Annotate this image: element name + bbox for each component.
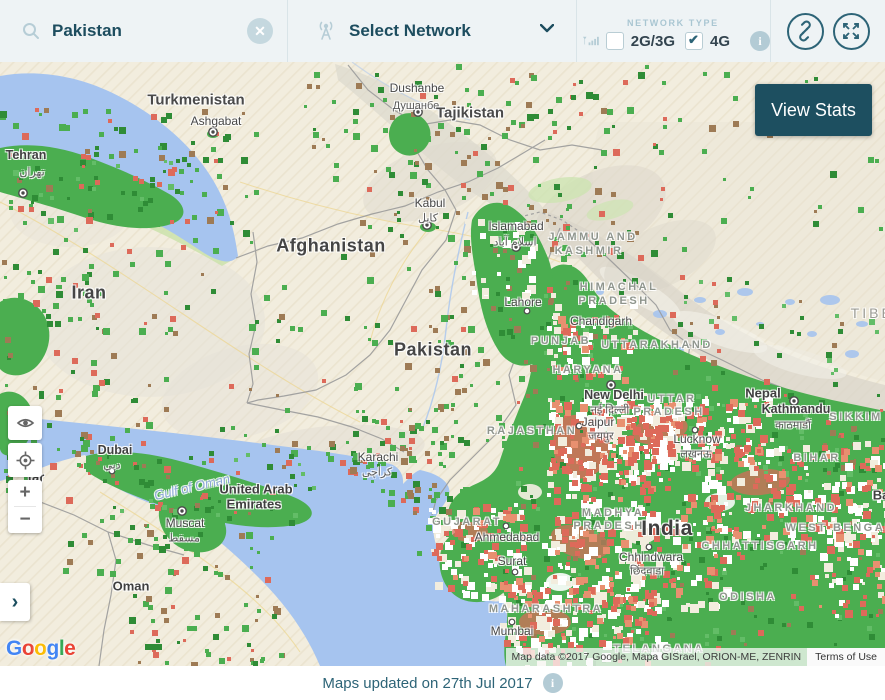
checkbox-2g3g-label[interactable]: 2G/3G — [631, 33, 675, 50]
link-icon — [794, 20, 816, 42]
city-marker — [646, 544, 652, 550]
target-icon — [16, 451, 35, 470]
search-input[interactable] — [52, 21, 227, 41]
city-marker — [576, 423, 582, 429]
expand-panel-button[interactable]: › — [0, 583, 30, 621]
expand-icon — [840, 20, 862, 42]
my-location-button[interactable] — [8, 443, 42, 477]
capital-marker — [178, 507, 186, 515]
google-logo[interactable]: Google — [6, 637, 75, 661]
network-type-info-icon[interactable]: i — [750, 31, 770, 51]
terms-of-use-link[interactable]: Terms of Use — [807, 648, 885, 666]
zoom-control: + − — [8, 480, 42, 533]
capital-marker — [790, 397, 798, 405]
map-canvas[interactable]: TurkmenistanAshgabatDushanbeДушанбеTajik… — [0, 62, 885, 666]
toggle-coverage-button[interactable] — [8, 406, 42, 440]
network-type-caption: NETWORK TYPE — [627, 18, 770, 28]
share-link-button[interactable] — [787, 13, 824, 50]
network-select-dropdown[interactable]: Select Network — [288, 0, 576, 62]
capital-marker — [19, 189, 27, 197]
top-toolbar: ✕ Select Network NETWORK TYPE — [0, 0, 885, 62]
zoom-out-button[interactable]: − — [8, 507, 42, 533]
toolbar-actions — [771, 0, 885, 62]
checkbox-2g3g[interactable] — [606, 32, 624, 50]
city-marker — [692, 427, 698, 433]
network-select-label: Select Network — [349, 21, 471, 41]
network-type-section: NETWORK TYPE 2G/3G 4G i — [577, 0, 770, 62]
city-marker — [109, 468, 115, 474]
city-marker — [503, 523, 509, 529]
maps-updated-text: Maps updated on 27th Jul 2017 — [322, 675, 532, 692]
city-marker — [512, 569, 518, 575]
capital-marker — [414, 108, 422, 116]
capital-marker — [423, 221, 431, 229]
capital-marker — [607, 381, 615, 389]
clear-search-button[interactable]: ✕ — [247, 18, 273, 44]
city-marker — [524, 308, 530, 314]
signal-bars-icon — [583, 33, 600, 49]
eye-icon — [16, 414, 35, 432]
map-render — [0, 62, 885, 666]
search-section: ✕ — [0, 0, 287, 62]
footer-bar: Maps updated on 27th Jul 2017 i — [0, 666, 885, 700]
capital-marker — [512, 243, 520, 251]
map-attribution: Map data ©2017 Google, Mapa GISrael, ORI… — [506, 648, 808, 666]
footer-info-icon[interactable]: i — [543, 673, 563, 693]
antenna-icon — [316, 20, 336, 42]
search-icon — [22, 22, 40, 40]
checkbox-4g-label[interactable]: 4G — [710, 33, 730, 50]
checkbox-4g[interactable] — [685, 32, 703, 50]
city-marker — [509, 619, 515, 625]
chevron-down-icon — [540, 24, 554, 33]
zoom-in-button[interactable]: + — [8, 480, 42, 506]
capital-marker — [209, 128, 217, 136]
view-stats-button[interactable]: View Stats — [755, 84, 872, 136]
fullscreen-button[interactable] — [833, 13, 870, 50]
